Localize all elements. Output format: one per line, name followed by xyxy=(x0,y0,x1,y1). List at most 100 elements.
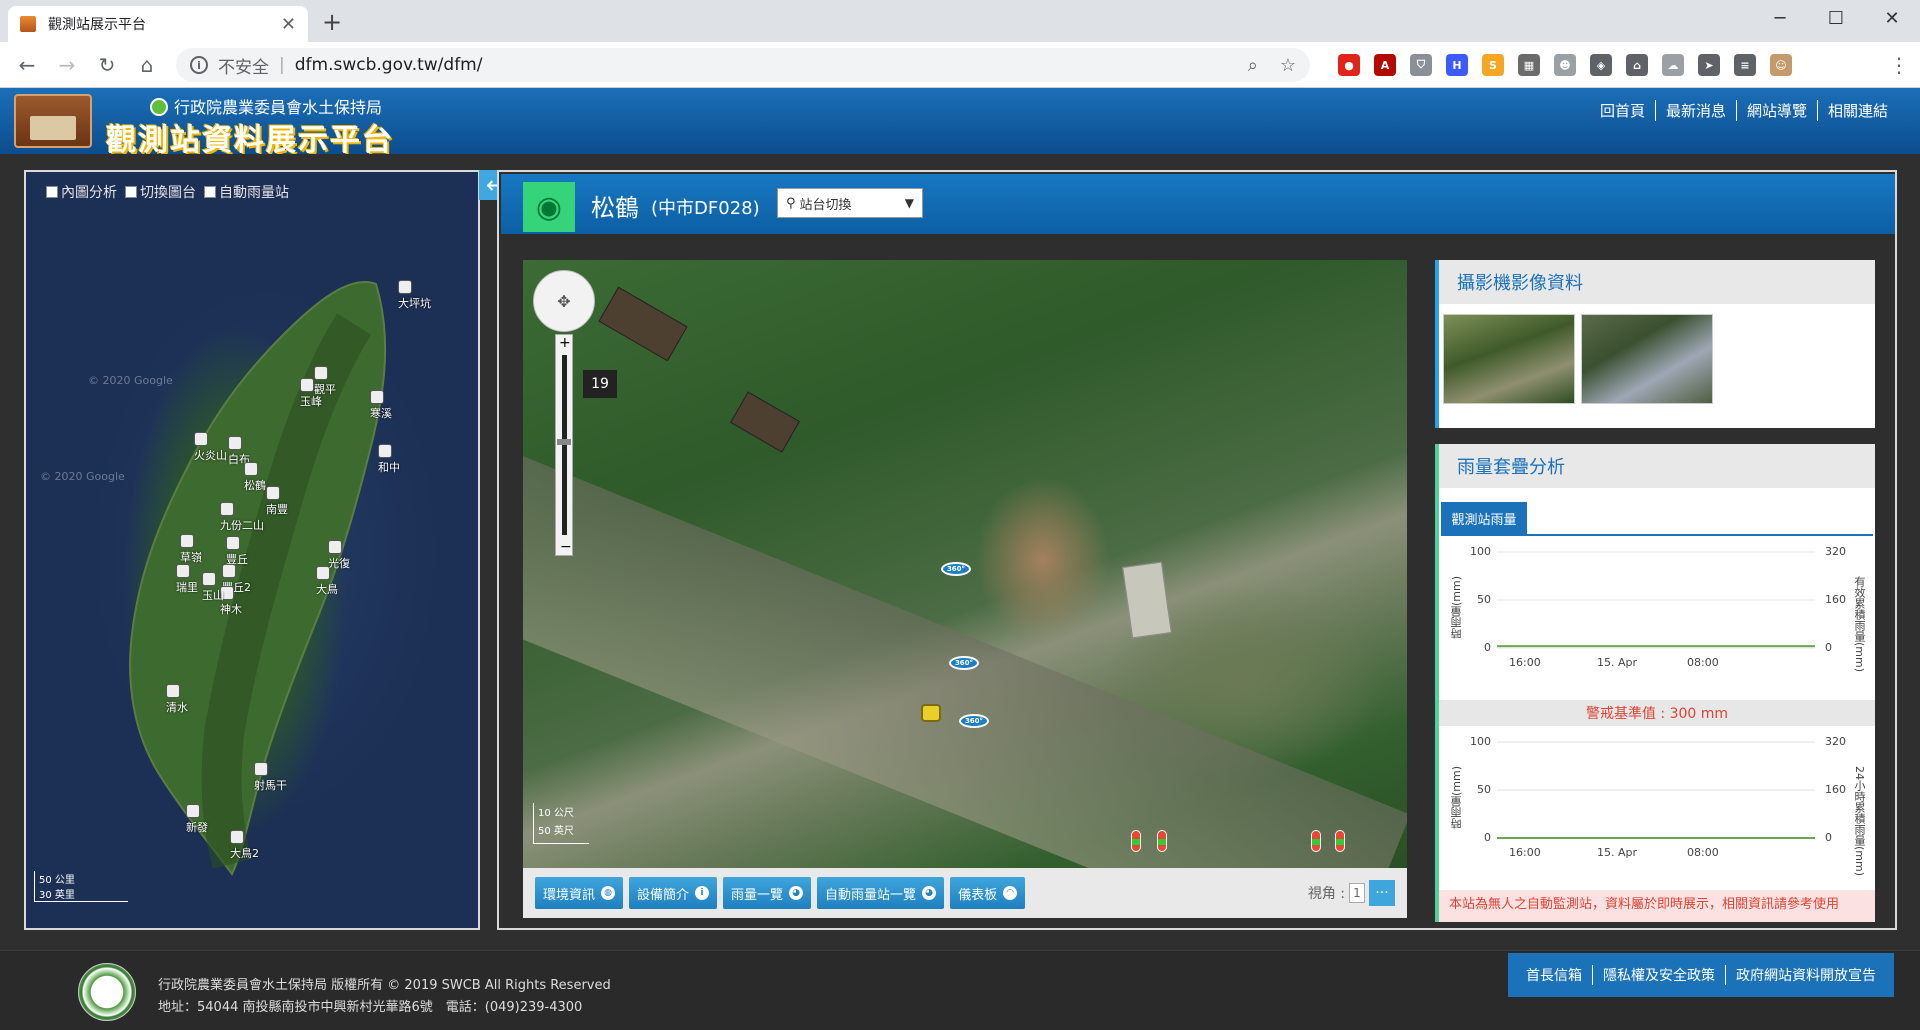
station-marker[interactable]: 松鶴 xyxy=(244,462,266,493)
footer-link-open-data[interactable]: 政府網站資料開放宣告 xyxy=(1725,965,1886,985)
info-icon[interactable]: i xyxy=(190,56,208,74)
maximize-button[interactable]: ☐ xyxy=(1808,0,1864,36)
site-logo-icon[interactable] xyxy=(14,94,92,148)
view-angle-value[interactable]: 1 xyxy=(1349,883,1365,903)
home-ext-icon[interactable]: ⌂ xyxy=(1626,54,1648,76)
bookmark-star-icon[interactable]: ☆ xyxy=(1280,55,1296,76)
reload-button[interactable]: ↻ xyxy=(92,50,122,80)
sensor-pin-icon[interactable] xyxy=(1131,830,1141,852)
y2-tick-label: 0 xyxy=(1825,831,1832,844)
zoom-track[interactable] xyxy=(562,355,567,535)
tab-close-icon[interactable]: ✕ xyxy=(281,14,296,35)
station-marker[interactable]: 玉山 xyxy=(202,572,224,603)
footer-link-privacy[interactable]: 隱私權及安全政策 xyxy=(1592,965,1725,985)
pdf-icon[interactable]: A xyxy=(1374,54,1396,76)
checkbox[interactable] xyxy=(204,186,216,198)
station-marker[interactable]: 射馬干 xyxy=(254,762,287,793)
station-marker[interactable]: 大鳥 xyxy=(316,566,338,597)
puzzle-icon[interactable]: ▦ xyxy=(1518,54,1540,76)
dashboard-button[interactable]: 儀表板 ◠ xyxy=(950,877,1026,909)
station-label: 松鶴 xyxy=(244,479,266,492)
send-icon[interactable]: ➤ xyxy=(1698,54,1720,76)
back-button[interactable]: ← xyxy=(12,50,42,80)
rainfall-overview-button[interactable]: 雨量一覽 ◕ xyxy=(723,877,812,909)
nav-links[interactable]: 相關連結 xyxy=(1816,100,1898,121)
panorama-360-icon[interactable]: 360° xyxy=(941,562,971,576)
profile-avatar-icon[interactable]: ☺ xyxy=(1770,54,1792,76)
url-text[interactable]: dfm.swcb.gov.tw/dfm/ xyxy=(295,55,483,75)
station-marker[interactable]: 大鳥2 xyxy=(230,830,259,861)
forward-button[interactable]: → xyxy=(52,50,82,80)
sensor-pin-icon[interactable] xyxy=(1157,830,1167,852)
h-icon[interactable]: H xyxy=(1446,54,1468,76)
zoom-search-icon[interactable]: ⌕ xyxy=(1248,55,1258,76)
taiwan-overview-map[interactable]: 內圖分析 切換圖台 自動雨量站 © 2020 Google © 2020 Goo… xyxy=(24,170,480,930)
station-marker[interactable]: 火炎山 xyxy=(194,432,227,463)
zoom-slider[interactable]: + − xyxy=(555,334,573,556)
ghost-icon[interactable]: ☻ xyxy=(1554,54,1576,76)
address-bar[interactable]: i 不安全 | dfm.swcb.gov.tw/dfm/ ⌕ ☆ xyxy=(176,48,1310,82)
station-marker[interactable]: 清水 xyxy=(166,684,188,715)
station-panel: ◉ 松鶴 (中市DF028) ⚲ 站台切換 ▼ ✥ + − 19 360° 36… xyxy=(497,170,1897,930)
check-switch-map[interactable]: 切換圖台 xyxy=(125,182,196,202)
station-marker[interactable]: 九份二山 xyxy=(220,502,264,533)
station-marker[interactable]: 和中 xyxy=(378,444,400,475)
station-switcher-dropdown[interactable]: ⚲ 站台切換 ▼ xyxy=(777,188,923,218)
tab-station-rainfall[interactable]: 觀測站雨量 xyxy=(1441,502,1527,534)
environment-info-button[interactable]: 環境資訊 ◍ xyxy=(535,877,624,909)
station-marker[interactable]: 瑞里 xyxy=(176,564,198,595)
view-angle-more-button[interactable]: ··· xyxy=(1369,880,1395,906)
scale-mi: 30 英里 xyxy=(39,890,75,901)
station-pin-icon xyxy=(266,486,280,500)
globe-icon: ◍ xyxy=(601,886,616,900)
panorama-360-icon[interactable]: 360° xyxy=(959,714,989,728)
checkbox[interactable] xyxy=(125,186,137,198)
camera-marker-icon[interactable] xyxy=(921,704,941,722)
nav-home[interactable]: 回首頁 xyxy=(1590,100,1655,121)
adblock-icon[interactable]: ● xyxy=(1338,54,1360,76)
auto-rain-station-list-button[interactable]: 自動雨量站一覽 ◕ xyxy=(817,877,945,909)
riverbed xyxy=(523,440,1407,868)
minimize-button[interactable]: ─ xyxy=(1752,0,1808,36)
zoom-out-icon[interactable]: − xyxy=(560,539,572,555)
station-marker[interactable]: 玉峰 xyxy=(300,378,322,409)
station-marker[interactable]: 寒溪 xyxy=(370,390,392,421)
satellite-map[interactable]: ✥ + − 19 360° 360° 360° 10 公尺 50 英尺 xyxy=(523,260,1407,868)
checkbox[interactable] xyxy=(46,186,58,198)
station-marker[interactable]: 南豐 xyxy=(266,486,288,517)
nav-sitemap[interactable]: 網站導覽 xyxy=(1735,100,1817,121)
check-rain-stations[interactable]: 自動雨量站 xyxy=(204,182,289,202)
browser-tab[interactable]: 觀測站展示平台 ✕ xyxy=(8,6,308,42)
cloud-icon[interactable]: ☁ xyxy=(1662,54,1684,76)
sensor-pin-icon[interactable] xyxy=(1335,830,1345,852)
zoom-knob[interactable] xyxy=(557,439,571,445)
y2-tick-label: 320 xyxy=(1825,735,1846,748)
equipment-intro-button[interactable]: 設備簡介 i xyxy=(629,877,718,909)
camera-thumbnail[interactable] xyxy=(1581,314,1713,404)
footer-link-mailbox[interactable]: 首長信箱 xyxy=(1516,965,1592,985)
home-button[interactable]: ⌂ xyxy=(132,50,162,80)
camera-thumbnails xyxy=(1439,304,1875,414)
close-window-button[interactable]: ✕ xyxy=(1864,0,1920,36)
nav-news[interactable]: 最新消息 xyxy=(1654,100,1736,121)
station-label: 玉山 xyxy=(202,589,224,602)
new-tab-button[interactable]: + xyxy=(322,8,342,36)
smart-icon[interactable]: S xyxy=(1482,54,1504,76)
camera-thumbnail[interactable] xyxy=(1443,314,1575,404)
panorama-360-icon[interactable]: 360° xyxy=(949,656,979,670)
zoom-in-icon[interactable]: + xyxy=(559,335,571,351)
sensor-pin-icon[interactable] xyxy=(1311,830,1321,852)
station-marker[interactable]: 豐丘 xyxy=(226,536,248,567)
station-marker[interactable]: 草嶺 xyxy=(180,534,202,565)
pocket-icon[interactable]: ⛉ xyxy=(1410,54,1432,76)
browser-menu-icon[interactable]: ⋮ xyxy=(1884,50,1914,80)
station-marker[interactable]: 新發 xyxy=(186,804,208,835)
station-marker[interactable]: 大坪坑 xyxy=(398,280,431,311)
button-label: 儀表板 xyxy=(958,887,998,903)
pan-control-icon[interactable]: ✥ xyxy=(533,270,595,332)
caret-down-icon: ▼ xyxy=(904,196,914,210)
shield-icon[interactable]: ◈ xyxy=(1590,54,1612,76)
check-analysis[interactable]: 內圖分析 xyxy=(46,182,117,202)
y-tick-label: 100 xyxy=(1470,545,1491,558)
playlist-icon[interactable]: ≡ xyxy=(1734,54,1756,76)
